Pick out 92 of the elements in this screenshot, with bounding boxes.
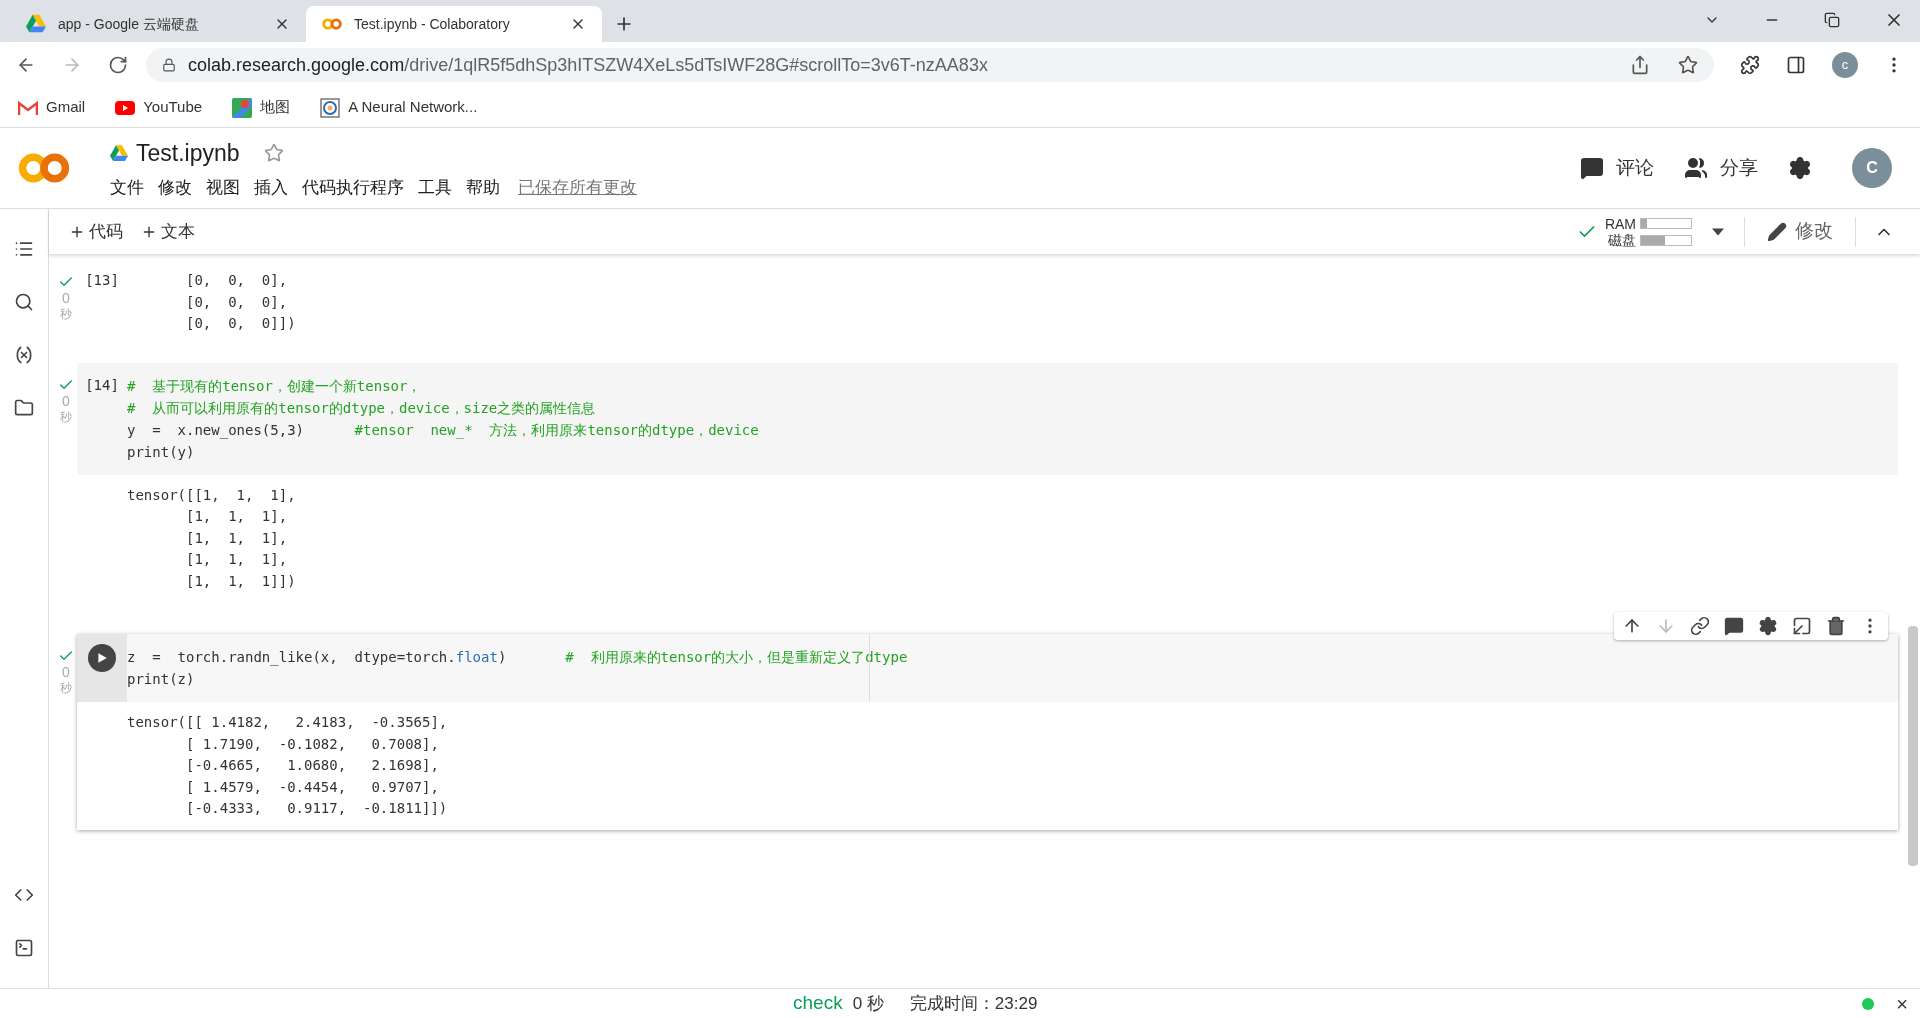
menu-item[interactable]: 帮助 [466, 174, 500, 200]
people-icon [1684, 156, 1708, 180]
add-cell-button[interactable]: 代码 [69, 218, 123, 245]
save-status-link[interactable]: 已保存所有更改 [518, 174, 637, 200]
exec-time-unit: 秒 [60, 306, 72, 322]
colab-logo [18, 153, 70, 183]
menu-item[interactable]: 代码执行程序 [302, 174, 404, 200]
comment-icon [1580, 156, 1604, 180]
resource-meter [1640, 234, 1692, 246]
output-line: [ 1.7190, -0.1082, 0.7008], [185, 734, 439, 754]
url-text: colab.research.google.com/drive/1qlR5f5dhSp3hITSZW4XeLs5dTsIWF28G#scrollTo=3v6T-nzAA83x [188, 53, 989, 77]
exec-time: 0 [62, 664, 70, 680]
gmail-icon [18, 99, 38, 116]
menu-item[interactable]: 修改 [158, 174, 192, 200]
scrollbar[interactable] [1908, 626, 1918, 866]
bookmark-link[interactable]: Gmail [46, 96, 86, 119]
output-line: [-0.4665, 1.0680, 2.1698], [185, 756, 439, 775]
output-line: [1, 1, 1], [185, 550, 288, 569]
execution-count: [13] [85, 271, 119, 290]
code-line[interactable]: z = torch.randn_like(x, dtype=torch.float) # 利用原来的tensor的大小，但是重新定义了dtype [127, 646, 908, 668]
mirror-cell-icon[interactable] [1792, 616, 1812, 636]
status-duration: 0 秒 [852, 992, 884, 1015]
code-line[interactable]: print(y) [127, 440, 195, 463]
exec-time: 0 [62, 290, 70, 306]
map-pin-icon [232, 97, 253, 118]
comment-icon[interactable] [1724, 616, 1744, 636]
code-line[interactable]: print(z) [127, 668, 195, 690]
exec-time-unit: 秒 [60, 680, 72, 696]
bookmark-link[interactable]: YouTube [143, 96, 203, 119]
status-check: check [793, 991, 843, 1016]
star-icon[interactable] [263, 143, 284, 164]
variables-icon[interactable] [14, 345, 34, 365]
resource-label: 磁盘 [1608, 231, 1636, 248]
search-icon[interactable] [14, 292, 34, 312]
settings-icon[interactable] [1788, 156, 1812, 180]
output-line: [0, 0, 0], [185, 292, 288, 312]
notebook-title[interactable]: Test.ipynb [136, 136, 240, 171]
link-icon[interactable] [1690, 616, 1710, 636]
output-line: [-0.4333, 0.9117, -0.1811]]) [185, 799, 448, 818]
output-line: [1, 1, 1], [185, 507, 288, 526]
reload-icon[interactable] [108, 55, 128, 75]
output-line: [ 1.4579, -0.4454, 0.9707], [185, 777, 439, 797]
share-icon[interactable] [1630, 55, 1650, 75]
status-finished-time: 完成时间：23:29 [909, 992, 1038, 1015]
folder-icon[interactable] [14, 398, 34, 418]
bookmark-link[interactable]: 地图 [260, 96, 291, 119]
bookmark-link[interactable]: A Neural Network... [348, 96, 478, 119]
restore-icon[interactable] [1824, 12, 1840, 28]
youtube-icon [115, 99, 136, 116]
tab-title: Test.ipynb - Colaboratory [354, 14, 511, 34]
code-line[interactable]: y = x.new_ones(5,3) #tensor new_* 方法，利用原来tensor的dtype，device [127, 418, 759, 441]
header-action-button[interactable]: 评论 [1580, 153, 1654, 183]
spiral-icon [320, 97, 341, 118]
output-line: tensor([[ 1.4182, 2.4183, -0.3565], [127, 713, 448, 732]
output-line: [1, 1, 1], [185, 528, 288, 548]
star-icon[interactable] [1678, 55, 1698, 75]
side-panel-icon[interactable] [1786, 55, 1806, 75]
settings-icon[interactable] [1758, 616, 1778, 636]
lock-icon [162, 58, 176, 72]
resource-meter [1640, 217, 1692, 229]
execution-count: [14] [85, 375, 119, 395]
exec-time: 0 [62, 392, 70, 409]
menu-item[interactable]: 插入 [254, 174, 288, 200]
add-cell-button[interactable]: 文本 [141, 218, 195, 245]
tab-title: app - Google 云端硬盘 [58, 14, 200, 34]
drive-icon [26, 14, 46, 34]
menu-item[interactable]: 工具 [418, 174, 452, 200]
header-action-button[interactable]: 分享 [1684, 153, 1758, 183]
run-button[interactable] [88, 644, 116, 672]
pencil-icon [1767, 221, 1787, 242]
menu-item[interactable]: 视图 [206, 174, 240, 200]
browser-tab[interactable]: app - Google 云端硬盘 [10, 6, 306, 42]
edit-mode-button[interactable]: 修改 [1767, 217, 1833, 246]
play-icon [96, 652, 108, 664]
address-bar[interactable]: colab.research.google.com/drive/1qlR5f5dhSp3hITSZW4XeLs5dTsIWF28G#scrollTo=3v6T-nzAA83x [146, 48, 1714, 82]
notebook-cell[interactable] [77, 634, 1898, 830]
menu-item[interactable]: 文件 [110, 174, 144, 200]
output-line: [1, 1, 1]]) [185, 571, 296, 591]
drive-icon [110, 144, 128, 162]
table-of-contents-icon[interactable] [14, 239, 34, 259]
colab-logo [322, 16, 342, 32]
dropdown-caret-icon[interactable] [1712, 227, 1724, 236]
output-line: [0, 0, 0], [185, 271, 288, 290]
delete-icon[interactable] [1826, 616, 1846, 636]
browser-tab[interactable]: Test.ipynb - Colaboratory [306, 6, 602, 42]
extensions-icon[interactable] [1740, 55, 1760, 75]
close-status-button[interactable]: × [1896, 993, 1908, 1014]
output-line: [0, 0, 0]]) [185, 314, 296, 333]
output-line: tensor([[1, 1, 1], [127, 485, 296, 505]
exec-time-unit: 秒 [60, 408, 72, 425]
resource-label: RAM [1604, 215, 1636, 232]
terminal-icon[interactable] [14, 938, 34, 958]
